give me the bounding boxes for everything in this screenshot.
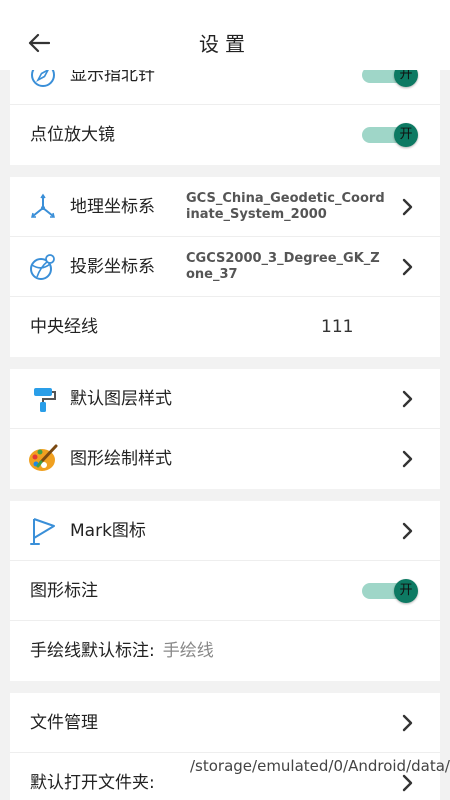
axis-icon [27, 191, 59, 223]
magnifier-toggle[interactable]: 开 [362, 123, 418, 147]
shape-annotation-row: 图形标注 开 [10, 561, 440, 621]
toggle-knob: 开 [394, 579, 418, 603]
freehand-annotation-row[interactable]: 手绘线默认标注: 手绘线 [10, 621, 440, 681]
settings-list: 显示指北针 开 点位放大镜 开 地理坐标系 GCS_China_Geodetic… [10, 45, 450, 800]
section-gap [10, 165, 440, 177]
section-gap [10, 489, 440, 501]
toggle-knob: 开 [394, 123, 418, 147]
section-gap [10, 357, 440, 369]
central-meridian-row[interactable]: 中央经线 111 [10, 297, 440, 357]
mark-icon-label: Mark图标 [70, 521, 146, 541]
app-header: 设置 [0, 0, 450, 70]
default-folder-label: 默认打开文件夹: [30, 773, 155, 793]
file-management-label: 文件管理 [30, 713, 98, 733]
central-meridian-label: 中央经线 [30, 317, 98, 337]
geo-coordinate-value: GCS_China_Geodetic_Coordinate_System_200… [186, 191, 385, 222]
shape-style-row[interactable]: 图形绘制样式 [10, 429, 440, 489]
chevron-right-icon [402, 258, 413, 276]
palette-icon [27, 443, 59, 475]
shape-annotation-label: 图形标注 [30, 581, 98, 601]
default-folder-value: /storage/emulated/0/Android/data/ [190, 757, 450, 775]
chevron-right-icon [402, 714, 413, 732]
section-gap [10, 681, 440, 693]
chevron-right-icon [402, 198, 413, 216]
layer-style-label: 默认图层样式 [70, 389, 172, 409]
globe-icon [27, 251, 59, 283]
layer-style-row[interactable]: 默认图层样式 [10, 369, 440, 429]
proj-coordinate-value: CGCS2000_3_Degree_GK_Zone_37 [186, 251, 380, 282]
default-folder-row[interactable]: 默认打开文件夹: /storage/emulated/0/Android/dat… [10, 753, 450, 800]
magnifier-setting-row: 点位放大镜 开 [10, 105, 440, 165]
mark-icon-row[interactable]: Mark图标 [10, 501, 440, 561]
proj-coordinate-label: 投影坐标系 [70, 257, 155, 277]
chevron-right-icon [402, 522, 413, 540]
chevron-right-icon [402, 450, 413, 468]
freehand-annotation-label: 手绘线默认标注: 手绘线 [30, 621, 214, 681]
freehand-annotation-value[interactable]: 手绘线 [163, 641, 214, 661]
geo-coordinate-row[interactable]: 地理坐标系 GCS_China_Geodetic_Coordinate_Syst… [10, 177, 440, 237]
geo-coordinate-label: 地理坐标系 [70, 197, 155, 217]
chevron-right-icon [402, 390, 413, 408]
shape-style-label: 图形绘制样式 [70, 449, 172, 469]
chevron-right-icon [402, 774, 413, 792]
page-title: 设置 [199, 32, 251, 56]
magnifier-label: 点位放大镜 [30, 125, 115, 145]
central-meridian-value[interactable]: 111 [321, 297, 353, 357]
paint-roller-icon [27, 383, 59, 415]
proj-coordinate-row[interactable]: 投影坐标系 CGCS2000_3_Degree_GK_Zone_37 [10, 237, 440, 297]
freehand-label-text: 手绘线默认标注: [30, 641, 155, 661]
shape-annotation-toggle[interactable]: 开 [362, 579, 418, 603]
flag-icon [27, 515, 59, 547]
file-management-row[interactable]: 文件管理 [10, 693, 440, 753]
